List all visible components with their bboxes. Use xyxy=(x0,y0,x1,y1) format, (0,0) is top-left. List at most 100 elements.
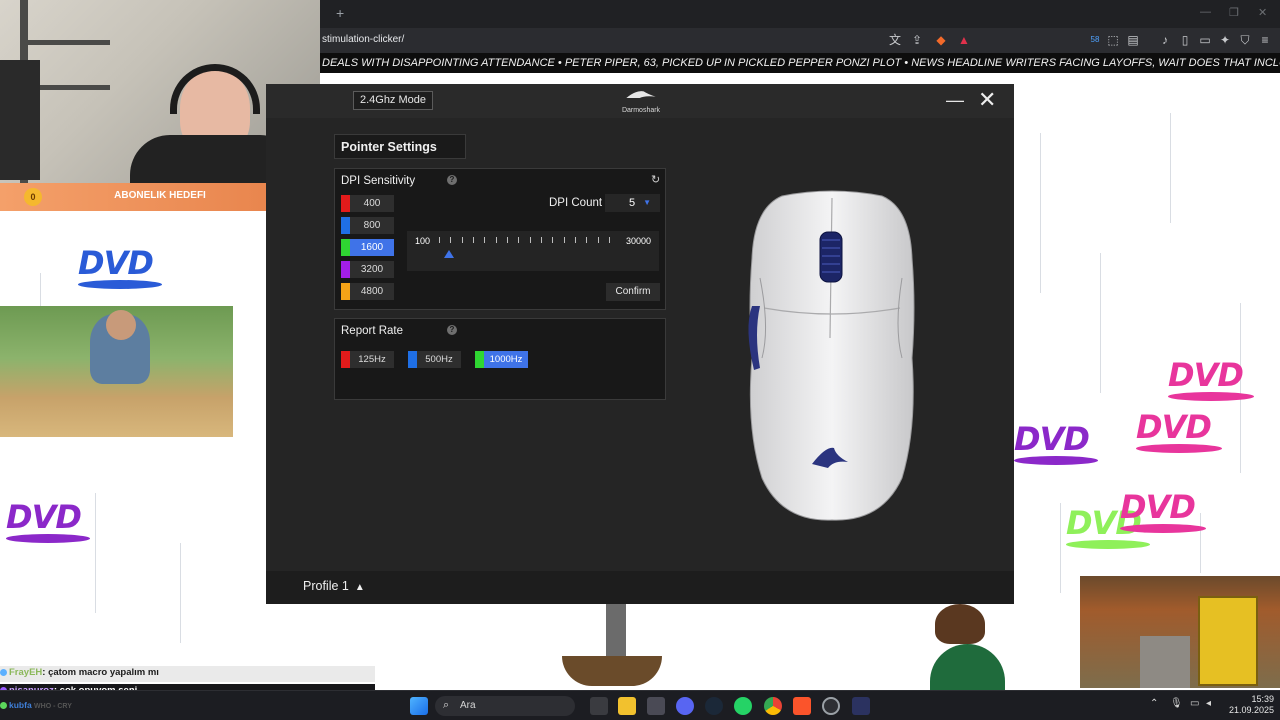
dvd-logo: DVD xyxy=(1136,408,1222,453)
dpi-level-button[interactable]: 400 xyxy=(341,195,394,212)
windows-taskbar: ⌕ Ara ⌃ 🎙 ▭ ◂ 15:39 21.09.2025 xyxy=(0,690,1280,720)
translate-icon[interactable]: 文 xyxy=(888,33,902,47)
menu-icon[interactable]: ≡ xyxy=(1258,33,1272,47)
vpn-icon[interactable]: ⛉ xyxy=(1238,33,1252,47)
task-view-icon[interactable] xyxy=(590,697,608,715)
store-icon[interactable] xyxy=(647,697,665,715)
dpi-slider[interactable]: 100 30000 xyxy=(407,231,659,271)
rate-color-swatch xyxy=(408,351,417,368)
system-clock[interactable]: 15:39 21.09.2025 xyxy=(1220,694,1274,716)
leo-ai-icon[interactable]: ✦ xyxy=(1218,33,1232,47)
new-tab-button[interactable]: + xyxy=(336,5,344,21)
rewards-icon[interactable]: ▲ xyxy=(957,33,971,47)
food-video-overlay xyxy=(0,306,233,437)
extensions-icon[interactable]: ⬚ xyxy=(1106,33,1120,47)
minimize-button[interactable]: — xyxy=(946,90,964,110)
report-rate-value: 1000Hz xyxy=(489,354,523,365)
darmoshark-app-window: 2.4Ghz Mode Darmoshark — ✕ Pointer Setti… xyxy=(266,84,1014,604)
report-rate-title: Report Rate xyxy=(341,325,404,337)
tab-pointer-settings[interactable]: Pointer Settings xyxy=(334,134,466,159)
network-icon[interactable]: ▭ xyxy=(1190,698,1199,709)
dpi-level-button[interactable]: 3200 xyxy=(341,261,394,278)
browser-minimize-icon[interactable]: — xyxy=(1200,6,1211,18)
slider-tick xyxy=(586,237,588,243)
subscription-goal-bar: 0 ABONELIK HEDEFI 5 xyxy=(0,183,288,211)
share-icon[interactable]: ⇪ xyxy=(910,33,924,47)
report-rate-value: 125Hz xyxy=(358,354,386,365)
dpi-reset-icon[interactable]: ↻ xyxy=(651,173,660,186)
chat-message: kubfa WHO - CRY xyxy=(0,700,72,714)
subway-surfers-overlay xyxy=(1080,576,1280,688)
taskbar-search-placeholder: Ara xyxy=(460,700,476,711)
taskbar-search[interactable]: ⌕ Ara xyxy=(435,696,575,716)
wallet-icon[interactable]: ▭ xyxy=(1198,33,1212,47)
report-rate-panel: Report Rate ? 125Hz 500Hz 1000Hz xyxy=(334,318,666,400)
slider-tick xyxy=(450,237,452,243)
dvd-logo: DVD xyxy=(6,498,90,543)
brave-icon[interactable] xyxy=(793,697,811,715)
report-rate-button[interactable]: 500Hz xyxy=(408,351,461,368)
dpi-level-button[interactable]: 4800 xyxy=(341,283,394,300)
dvd-logo: DVD xyxy=(1168,356,1254,401)
microphone-icon[interactable]: 🎙 xyxy=(1170,698,1183,709)
slider-tick xyxy=(597,237,599,243)
dpi-help-icon[interactable]: ? xyxy=(447,175,457,185)
chevron-up-icon: ▲ xyxy=(354,582,365,593)
browser-close-icon[interactable]: ✕ xyxy=(1258,6,1267,19)
volume-icon[interactable]: ◂ xyxy=(1206,698,1211,709)
close-button[interactable]: ✕ xyxy=(978,88,996,112)
tray-chevron-icon[interactable]: ⌃ xyxy=(1150,698,1158,709)
slider-tick xyxy=(461,237,463,243)
chrome-icon[interactable] xyxy=(764,697,782,715)
dpi-count-value: 5 xyxy=(629,197,636,209)
slider-tick xyxy=(484,237,486,243)
extension-badge-icon[interactable]: 58 xyxy=(1088,33,1102,47)
whatsapp-icon[interactable] xyxy=(734,697,752,715)
slider-tick xyxy=(563,237,565,243)
profile-selector[interactable]: Profile 1 ▲ xyxy=(303,579,365,593)
slider-tick xyxy=(529,237,531,243)
ticker-text: DEALS WITH DISAPPOINTING ATTENDANCE • PE… xyxy=(322,57,1280,69)
slider-tick xyxy=(495,237,497,243)
steam-icon[interactable] xyxy=(705,697,723,715)
decor-bowl xyxy=(562,656,662,686)
report-rate-button[interactable]: 125Hz xyxy=(341,351,394,368)
dpi-level-button[interactable]: 800 xyxy=(341,217,394,234)
obs-icon[interactable] xyxy=(822,697,840,715)
report-rate-button[interactable]: 1000Hz xyxy=(475,351,528,368)
rate-color-swatch xyxy=(341,351,350,368)
dvd-logo: DVD xyxy=(1120,488,1206,533)
dpi-color-swatch xyxy=(341,239,350,256)
dpi-confirm-button[interactable]: Confirm xyxy=(606,283,660,301)
dpi-level-value: 800 xyxy=(363,220,381,231)
dpi-level-value: 3200 xyxy=(360,264,384,275)
browser-maximize-icon[interactable]: ❐ xyxy=(1229,6,1239,19)
dpi-color-swatch xyxy=(341,195,350,212)
connection-mode-button[interactable]: 2.4Ghz Mode xyxy=(353,91,433,110)
dpi-count-label: DPI Count xyxy=(549,197,603,209)
discord-icon[interactable] xyxy=(676,697,694,715)
chat-message: FrayEH: çatom macro yapalım mı xyxy=(0,667,159,681)
reading-list-icon[interactable]: ▤ xyxy=(1126,33,1140,47)
dvd-logo: DVD xyxy=(78,244,162,289)
start-icon[interactable] xyxy=(410,697,428,715)
darmoshark-taskbar-icon[interactable] xyxy=(852,697,870,715)
slider-tick xyxy=(473,237,474,243)
report-help-icon[interactable]: ? xyxy=(447,325,457,335)
report-rate-value: 500Hz xyxy=(425,354,453,365)
dpi-level-value: 1600 xyxy=(360,242,384,253)
slider-tick xyxy=(507,237,508,243)
search-icon: ⌕ xyxy=(443,699,450,711)
app-title-bar: 2.4Ghz Mode Darmoshark — ✕ xyxy=(266,84,1014,118)
slider-tick xyxy=(609,237,610,243)
mouse-illustration xyxy=(742,188,922,522)
file-explorer-icon[interactable] xyxy=(618,697,636,715)
dpi-count-select[interactable]: 5 ▼ xyxy=(605,194,660,212)
dvd-logo: DVD xyxy=(1014,420,1098,465)
sidebar-toggle-icon[interactable]: ▯ xyxy=(1178,33,1192,47)
dpi-slider-thumb[interactable] xyxy=(444,250,455,258)
dpi-level-button[interactable]: 1600 xyxy=(341,239,394,256)
url-text[interactable]: stimulation-clicker/ xyxy=(322,34,404,45)
brave-shield-icon[interactable]: ◆ xyxy=(934,33,948,47)
media-icon[interactable]: ♪ xyxy=(1158,33,1172,47)
